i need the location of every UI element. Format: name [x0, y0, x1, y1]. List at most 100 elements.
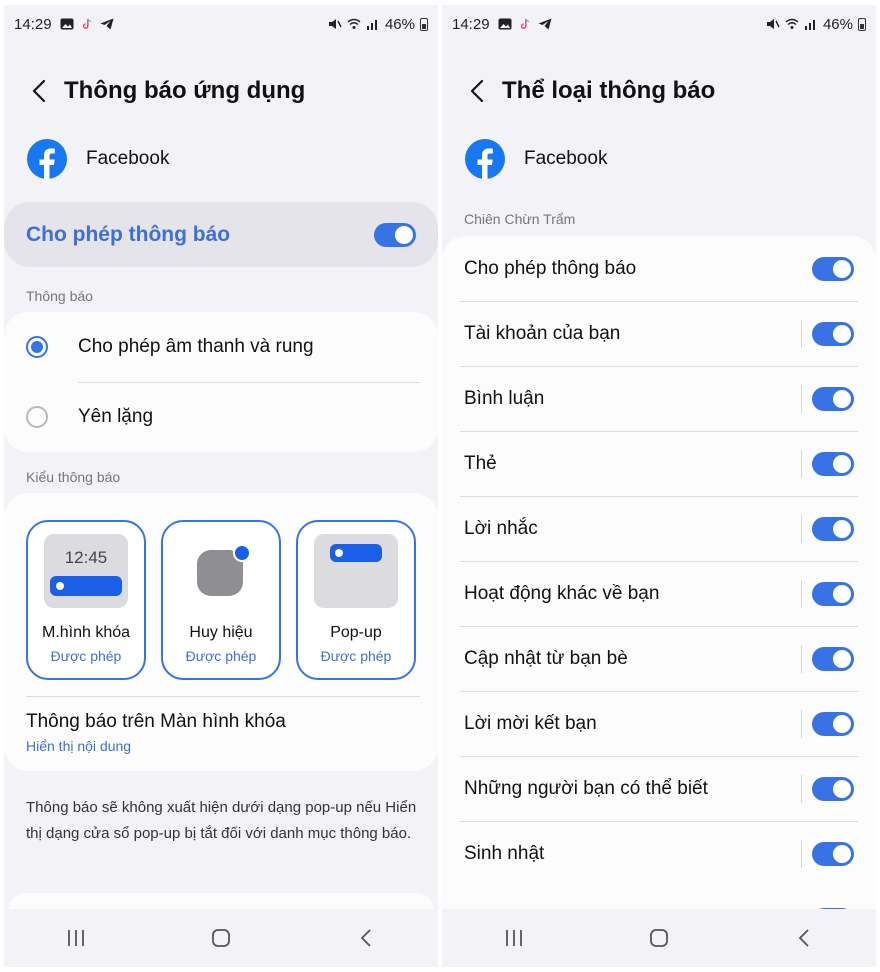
category-label: Bình luận [464, 387, 545, 409]
vertical-divider [801, 644, 802, 673]
notification-mode-card: Cho phép âm thanh và rung Yên lặng [4, 312, 438, 452]
category-label: Thẻ [464, 452, 497, 474]
category-toggle[interactable] [812, 256, 854, 281]
popup-preview [314, 534, 398, 608]
style-option-label: M.hình khóa [41, 624, 131, 641]
back-button[interactable] [462, 76, 492, 106]
lockscreen-preview: 12:45 [44, 534, 128, 608]
category-label: Cho phép thông báo [464, 257, 637, 279]
telegram-icon [100, 18, 114, 30]
battery-icon [420, 17, 428, 31]
allow-notifications-label: Cho phép thông báo [26, 222, 231, 246]
home-icon [650, 929, 668, 947]
facebook-logo-icon [465, 139, 505, 179]
radio-button-selected[interactable] [26, 336, 48, 358]
category-label: Sinh nhật [464, 842, 545, 864]
style-option-status: Được phép [185, 648, 257, 664]
style-option-lockscreen[interactable]: 12:45 M.hình khóa Được phép [26, 520, 146, 680]
page-title: Thông báo ứng dụng [64, 77, 306, 104]
vertical-divider [801, 579, 802, 608]
option-label: Yên lặng [78, 406, 154, 427]
vertical-divider [801, 709, 802, 738]
option-sound-vibrate[interactable]: Cho phép âm thanh và rung [4, 312, 438, 382]
style-option-popup[interactable]: Pop-up Được phép [296, 520, 416, 680]
vertical-divider [801, 449, 802, 478]
category-row[interactable]: Lời nhắc [442, 496, 876, 561]
category-toggle[interactable] [812, 646, 854, 671]
badge-dot-icon [233, 544, 251, 562]
category-row[interactable]: Bình luận [442, 366, 876, 431]
categories-card: Cho phép thông báo Tài khoản của bạn Bình … [442, 236, 876, 936]
vertical-divider [801, 319, 802, 348]
allow-notifications-toggle[interactable] [374, 222, 416, 247]
option-silent[interactable]: Yên lặng [4, 382, 438, 452]
category-row[interactable]: Sinh nhật [442, 821, 876, 886]
style-option-label: Pop-up [330, 624, 382, 641]
allow-notifications-row[interactable]: Cho phép thông báo [4, 202, 438, 267]
category-row[interactable]: Cập nhật từ bạn bè [442, 626, 876, 691]
battery-percent: 46% [384, 15, 415, 33]
radio-button[interactable] [26, 406, 48, 428]
vertical-divider [801, 384, 802, 413]
home-icon [212, 929, 230, 947]
battery-icon [858, 17, 866, 31]
app-bar: Thể loại thông báo [442, 71, 876, 111]
category-label: Những người bạn có thể biết [464, 777, 708, 799]
category-toggle[interactable] [812, 451, 854, 476]
section-notifications-label: Thông báo [26, 288, 93, 304]
app-header: Facebook [464, 138, 607, 180]
app-notifications-screen: 14:29 46% Thông báo ứng dụng Facebook Ch… [4, 5, 438, 967]
home-button[interactable] [639, 918, 679, 958]
category-toggle[interactable] [812, 711, 854, 736]
vertical-divider [801, 774, 802, 803]
category-toggle[interactable] [812, 516, 854, 541]
status-time: 14:29 [452, 15, 490, 33]
back-arrow-icon [470, 79, 484, 103]
home-button[interactable] [201, 918, 241, 958]
battery-percent: 46% [822, 15, 853, 33]
recents-button[interactable] [494, 918, 534, 958]
category-row[interactable]: Lời mời kết bạn [442, 691, 876, 756]
category-label: Lời nhắc [464, 517, 538, 539]
lockscreen-setting-title[interactable]: Thông báo trên Màn hình khóa [26, 711, 286, 733]
category-row[interactable]: Thẻ [442, 431, 876, 496]
mute-icon [766, 19, 780, 29]
category-label: Tài khoản của bạn [464, 322, 621, 344]
nav-back-button[interactable] [346, 918, 386, 958]
back-icon [360, 929, 371, 947]
page-title: Thể loại thông báo [502, 77, 716, 104]
category-toggle[interactable] [812, 776, 854, 801]
wifi-icon [347, 18, 361, 29]
divider [26, 696, 420, 697]
recents-icon [506, 930, 523, 946]
category-toggle[interactable] [812, 841, 854, 866]
category-row[interactable]: Những người bạn có thể biết [442, 756, 876, 821]
preview-notification-bar [50, 576, 122, 596]
gallery-icon [498, 18, 512, 30]
category-row[interactable]: Hoạt động khác về bạn [442, 561, 876, 626]
category-toggle[interactable] [812, 581, 854, 606]
category-toggle[interactable] [812, 386, 854, 411]
tiktok-icon [82, 18, 91, 29]
nav-back-button[interactable] [784, 918, 824, 958]
style-option-badge[interactable]: Huy hiệu Được phép [161, 520, 281, 680]
style-option-status: Được phép [50, 648, 122, 664]
app-name: Facebook [524, 148, 608, 169]
signal-icon [804, 20, 815, 30]
category-row[interactable]: Tài khoản của bạn [442, 301, 876, 366]
app-header: Facebook [26, 138, 169, 180]
notification-categories-screen: 14:29 46% Thể loại thông báo Facebook Ch… [442, 5, 876, 967]
recents-button[interactable] [56, 918, 96, 958]
back-button[interactable] [24, 76, 54, 106]
facebook-logo-icon [27, 139, 67, 179]
tiktok-icon [520, 18, 529, 29]
wifi-icon [785, 18, 799, 29]
category-toggle[interactable] [812, 321, 854, 346]
section-style-label: Kiểu thông báo [26, 469, 121, 485]
category-row[interactable]: Cho phép thông báo [442, 236, 876, 301]
signal-icon [366, 20, 377, 30]
category-label: Lời mời kết bạn [464, 712, 597, 734]
account-section-label: Chiên Chừn Trẩm [464, 211, 576, 227]
category-label: Hoạt động khác về bạn [464, 582, 660, 604]
navigation-bar [442, 909, 876, 967]
